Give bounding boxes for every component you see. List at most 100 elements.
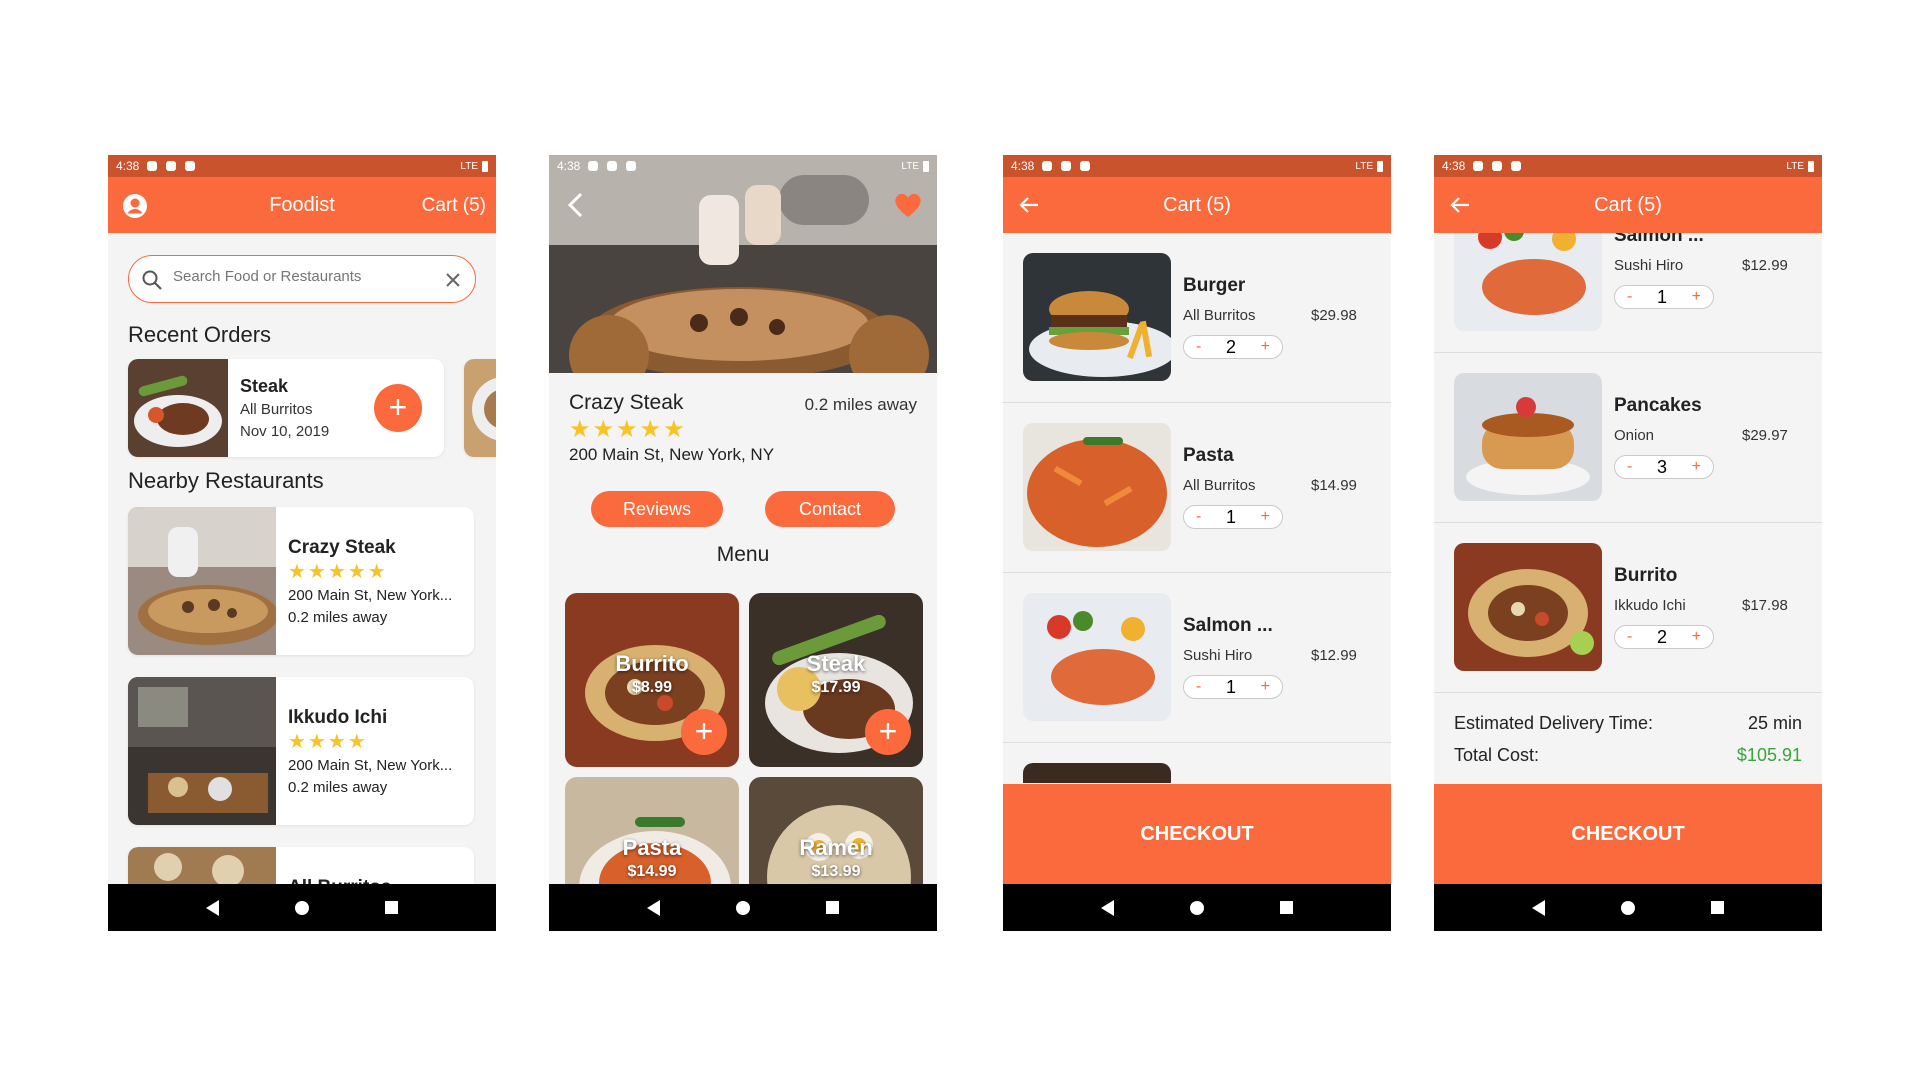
battery-icon (1808, 160, 1814, 172)
menu-item-name: Pasta (622, 835, 682, 860)
home-icon[interactable] (736, 900, 750, 915)
back-icon[interactable] (206, 899, 219, 916)
cart-item-restaurant: Ikkudo Ichi (1614, 597, 1686, 614)
download-icon (166, 161, 177, 171)
recents-icon[interactable] (1711, 901, 1724, 914)
cart-item-restaurant: Onion (1614, 427, 1655, 444)
decrease-button[interactable]: - (1196, 508, 1201, 526)
quantity-stepper: - 1 + (1183, 675, 1283, 699)
increase-button[interactable]: + (1261, 508, 1270, 526)
recent-order-card[interactable]: Steak All Burritos Nov 10, 2019 + (128, 359, 444, 457)
cart-item-name: Pancakes (1614, 395, 1702, 416)
quantity-value: 1 (1656, 286, 1667, 307)
salmon-image (1454, 233, 1602, 331)
search-bar[interactable] (128, 255, 476, 303)
nearby-heading: Nearby Restaurants (128, 468, 324, 493)
increase-button[interactable]: + (1692, 628, 1701, 646)
recents-icon[interactable] (826, 901, 839, 914)
clear-icon[interactable] (445, 272, 461, 288)
app-bar: Cart (5) (1434, 177, 1822, 233)
cart-item (1003, 743, 1391, 783)
hero-image (549, 155, 937, 373)
cart-item: Salmon ... Sushi Hiro $12.99 - 1 + (1003, 573, 1391, 743)
favorite-heart-icon[interactable] (893, 191, 923, 219)
cart-item-price: $17.98 (1742, 597, 1788, 614)
status-time: 4:38 (1011, 159, 1035, 173)
cart-link[interactable]: Cart (5) (422, 195, 486, 217)
home-icon[interactable] (1621, 900, 1635, 915)
shield-icon (588, 161, 599, 171)
decrease-button[interactable]: - (1196, 678, 1201, 696)
restaurant-distance: 0.2 miles away (804, 395, 917, 414)
checkout-button[interactable]: CHECKOUT (1434, 784, 1822, 884)
quantity-value: 2 (1656, 626, 1667, 647)
total-cost-label: Total Cost: (1454, 745, 1540, 765)
recents-icon[interactable] (385, 901, 398, 914)
quantity-value: 1 (1225, 506, 1236, 527)
decrease-button[interactable]: - (1627, 288, 1632, 306)
download-icon (607, 161, 618, 171)
recent-order-date: Nov 10, 2019 (240, 423, 330, 440)
rating-stars: ★★★★★ (569, 416, 687, 443)
status-time: 4:38 (1442, 159, 1466, 173)
crazy-steak-image (128, 507, 276, 655)
cart-title: Cart (5) (1594, 193, 1662, 216)
rating-stars: ★★★★★ (288, 561, 388, 583)
cart-list: Burger All Burritos $29.98 - 2 + Pasta A… (1003, 233, 1391, 783)
back-arrow-icon[interactable] (565, 191, 587, 219)
checkout-button[interactable]: CHECKOUT (1003, 784, 1391, 884)
back-icon[interactable] (647, 899, 660, 916)
menu-item-price: $8.99 (631, 679, 673, 696)
steak-image (128, 359, 228, 457)
cart-item-restaurant: All Burritos (1183, 477, 1256, 494)
decrease-button[interactable]: - (1627, 458, 1632, 476)
cart-item: Burger All Burritos $29.98 - 2 + (1003, 233, 1391, 403)
increase-button[interactable]: + (1692, 288, 1701, 306)
cart-list: Salmon ... Sushi Hiro $12.99 - 1 + Panca… (1434, 233, 1822, 783)
system-nav-bar (1003, 884, 1391, 931)
reorder-button[interactable]: + (374, 384, 422, 432)
search-icon (142, 270, 162, 290)
menu-item-steak[interactable]: Steak $17.99 + (749, 593, 923, 767)
restaurant-card[interactable]: Crazy Steak ★★★★★ 200 Main St, New York.… (128, 507, 474, 655)
home-icon[interactable] (1190, 900, 1204, 915)
restaurant-card[interactable]: Ikkudo Ichi ★★★★ 200 Main St, New York..… (128, 677, 474, 825)
increase-button[interactable]: + (1261, 338, 1270, 356)
menu-item-name: Steak (806, 651, 866, 676)
quantity-stepper: - 1 + (1183, 505, 1283, 529)
back-icon[interactable] (1532, 899, 1545, 916)
search-input[interactable] (173, 268, 423, 285)
cart-item-restaurant: Sushi Hiro (1614, 257, 1684, 274)
cart-item-price: $29.98 (1311, 307, 1357, 324)
reviews-button[interactable]: Reviews (591, 491, 723, 527)
increase-button[interactable]: + (1261, 678, 1270, 696)
cart-item-name: Burrito (1614, 565, 1678, 586)
back-icon[interactable] (1101, 899, 1114, 916)
increase-button[interactable]: + (1692, 458, 1701, 476)
home-icon[interactable] (295, 900, 309, 915)
decrease-button[interactable]: - (1627, 628, 1632, 646)
cart-item-restaurant: Sushi Hiro (1183, 647, 1253, 664)
status-bar: 4:38 LTE (1003, 155, 1391, 177)
quantity-value: 1 (1225, 676, 1236, 697)
sd-card-icon (626, 161, 637, 171)
restaurant-address: 200 Main St, New York, NY (569, 445, 775, 464)
decrease-button[interactable]: - (1196, 338, 1201, 356)
menu-item-name: Burrito (615, 651, 689, 676)
total-cost-value: $105.91 (1736, 745, 1802, 765)
quantity-value: 3 (1656, 456, 1667, 477)
recent-order-name: Steak (240, 376, 289, 396)
menu-item-burrito[interactable]: Burrito $8.99 + (565, 593, 739, 767)
recent-order-card-next[interactable] (464, 359, 496, 457)
shield-icon (1473, 161, 1484, 171)
home-screen: 4:38 LTE Foodist Cart (5) Recent Orders … (108, 155, 496, 931)
system-nav-bar (108, 884, 496, 931)
add-to-cart-button[interactable]: + (681, 709, 727, 755)
cart-item: Salmon ... Sushi Hiro $12.99 - 1 + (1434, 233, 1822, 353)
recents-icon[interactable] (1280, 901, 1293, 914)
system-nav-bar (1434, 884, 1822, 931)
contact-button[interactable]: Contact (765, 491, 895, 527)
add-to-cart-button[interactable]: + (865, 709, 911, 755)
cart-title: Cart (5) (1163, 193, 1231, 216)
cart-item-price: $12.99 (1311, 647, 1357, 664)
